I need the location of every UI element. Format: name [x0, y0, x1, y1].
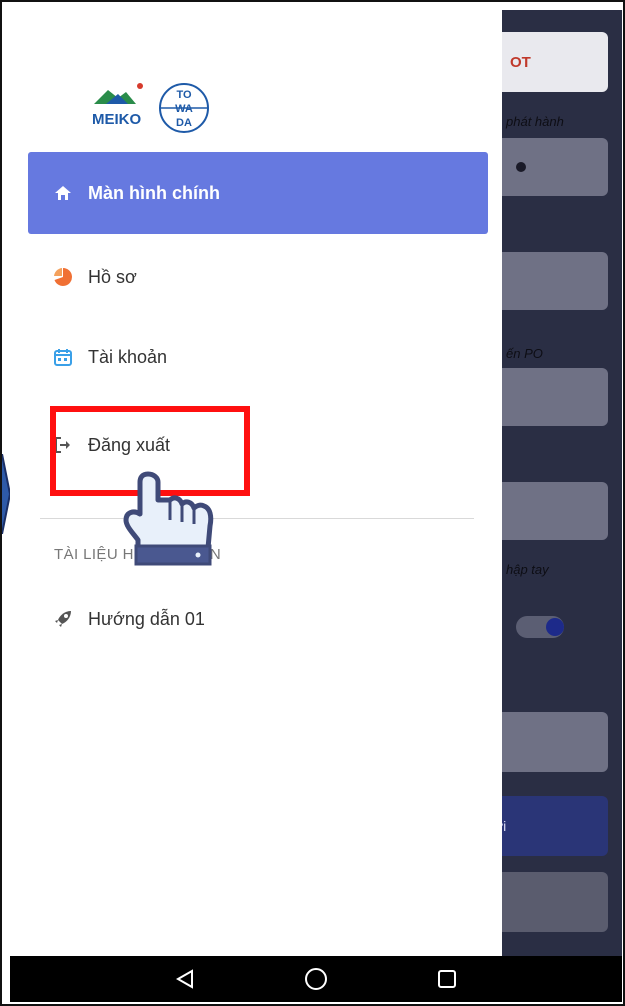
- home-icon: [52, 182, 74, 204]
- bg-title-fragment: OT: [510, 54, 531, 71]
- bg-label-release: phát hành: [506, 114, 564, 129]
- screenshot-frame: OT phát hành ến PO hập tay ới MEIKO: [0, 0, 625, 1006]
- bg-field-4: [488, 482, 608, 540]
- company-logo: MEIKO TO WA DA: [92, 83, 209, 133]
- logo-text-da: DA: [176, 117, 192, 129]
- menu-item-account[interactable]: Tài khoản: [28, 316, 488, 398]
- bg-secondary-button: [488, 872, 608, 932]
- logo-text-to: TO: [176, 89, 192, 101]
- menu-item-label: Tài khoản: [88, 346, 168, 367]
- menu-item-label: Hồ sơ: [88, 266, 137, 287]
- menu-item-profile[interactable]: Hồ sơ: [28, 236, 488, 318]
- calendar-icon: [52, 346, 74, 368]
- recents-square-icon: [437, 970, 456, 988]
- phone-screen: OT phát hành ến PO hập tay ới MEIKO: [10, 10, 622, 956]
- home-circle-icon: [304, 968, 327, 990]
- menu-item-label: Hướng dẫn 01: [88, 608, 205, 629]
- bg-label-po: ến PO: [506, 346, 543, 361]
- home-button[interactable]: [303, 966, 329, 992]
- menu-item-label: Màn hình chính: [88, 182, 220, 203]
- bg-field-3: [488, 368, 608, 426]
- recents-button[interactable]: [434, 966, 460, 992]
- back-triangle-icon: [176, 969, 194, 989]
- bg-submit-button: ới: [488, 796, 608, 856]
- bg-field-2: [488, 252, 608, 310]
- back-button[interactable]: [172, 966, 198, 992]
- menu-item-home[interactable]: Màn hình chính: [28, 152, 488, 234]
- bg-toggle-knob: [546, 618, 564, 636]
- navigation-drawer: MEIKO TO WA DA Màn hình chính Hồ sơ Tài …: [10, 10, 502, 956]
- menu-divider: [40, 518, 474, 519]
- pointing-hand-icon: [123, 471, 214, 566]
- bg-header-card: [488, 32, 608, 92]
- logo-text-wa: WA: [175, 103, 193, 115]
- logo-brand-left: MEIKO: [92, 111, 142, 128]
- system-navigation-bar: [10, 956, 622, 1002]
- pie-chart-icon: [52, 266, 74, 288]
- bg-field-5: [488, 712, 608, 772]
- bg-label-manual: hập tay: [506, 562, 549, 577]
- rocket-icon: [52, 608, 74, 630]
- bg-gear-icon: [516, 162, 526, 172]
- bg-field-1: [488, 138, 608, 196]
- menu-item-guide-01[interactable]: Hướng dẫn 01: [28, 578, 488, 660]
- edge-arrow-icon: [2, 454, 10, 534]
